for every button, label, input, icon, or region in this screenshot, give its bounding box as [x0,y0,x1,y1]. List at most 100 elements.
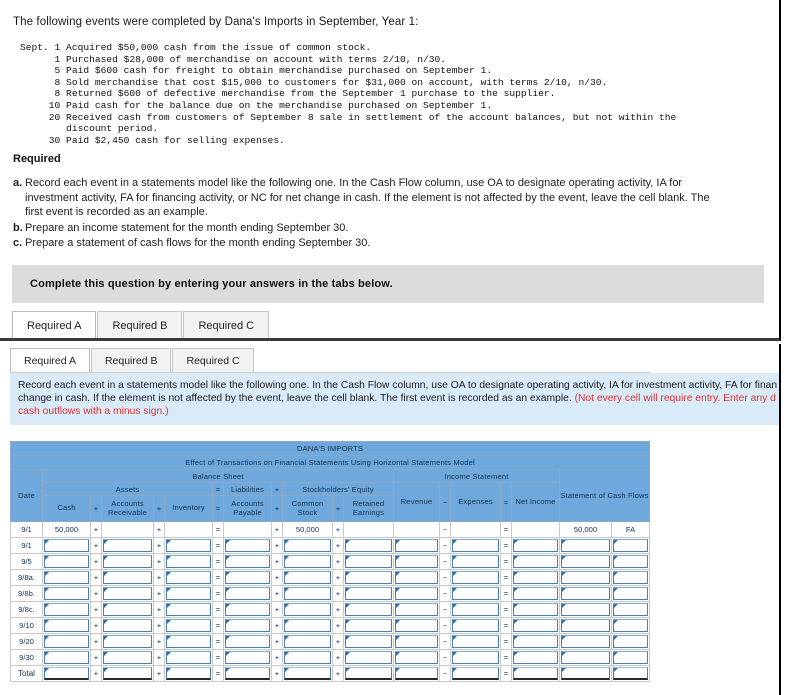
input-cell-net-income[interactable] [511,617,560,634]
cell-input[interactable] [166,571,211,584]
input-cell-revenue[interactable] [393,617,440,634]
cell-input[interactable] [613,587,648,600]
cell-input[interactable] [561,555,610,568]
cell-input[interactable] [345,539,392,552]
cell-input[interactable] [166,667,211,680]
input-cell-cash-flow-amount[interactable] [559,537,612,554]
input-cell-cash-flow-code[interactable] [611,633,650,650]
cell-input[interactable] [513,571,558,584]
cell-input[interactable] [284,651,331,664]
input-cell-accounts-payable[interactable] [223,633,272,650]
cell-input[interactable] [103,635,152,648]
cell-input[interactable] [561,651,610,664]
cell-input[interactable] [225,587,270,600]
input-cell-accounts-receivable[interactable] [101,601,154,618]
input-cell-net-income[interactable] [511,601,560,618]
cell-input[interactable] [103,571,152,584]
cell-input[interactable] [44,619,89,632]
cell-input[interactable] [103,667,152,680]
cell-input[interactable] [452,619,499,632]
cell-input[interactable] [225,555,270,568]
input-cell-cash-flow-code[interactable] [611,537,650,554]
input-cell-accounts-payable[interactable] [223,553,272,570]
tab-required-c[interactable]: Required C [172,348,254,373]
cell-input[interactable] [395,539,438,552]
cell-input[interactable] [613,651,648,664]
cell-input[interactable] [166,587,211,600]
input-cell-retained-earnings[interactable] [343,569,394,586]
cell-input[interactable] [225,667,270,680]
cell-input[interactable] [613,571,648,584]
input-cell-cash-flow-code[interactable] [611,649,650,666]
input-cell-retained-earnings[interactable] [343,649,394,666]
input-cell-cash-flow-code[interactable] [611,585,650,602]
cell-input[interactable] [345,635,392,648]
input-cell-expenses[interactable] [450,537,501,554]
cell-input[interactable] [44,587,89,600]
input-cell-cash-flow-code[interactable] [611,617,650,634]
cell-input[interactable] [395,603,438,616]
tabstrip-lower[interactable]: Required A Required B Required C [10,348,255,373]
input-cell-accounts-payable[interactable] [223,617,272,634]
input-cell-cash[interactable] [42,665,91,682]
cell-input[interactable] [284,539,331,552]
input-cell-common-stock[interactable] [282,633,333,650]
input-cell-net-income[interactable] [511,665,560,682]
input-cell-cash-flow-code[interactable] [611,553,650,570]
input-cell-inventory[interactable] [164,553,213,570]
input-cell-cash-flow-amount[interactable] [559,633,612,650]
cell-input[interactable] [225,651,270,664]
cell-input[interactable] [44,539,89,552]
cell-input[interactable] [345,619,392,632]
input-cell-cash-flow-amount[interactable] [559,601,612,618]
input-cell-accounts-receivable[interactable] [101,633,154,650]
cell-input[interactable] [103,603,152,616]
input-cell-revenue[interactable] [393,633,440,650]
cell-input[interactable] [513,555,558,568]
input-cell-accounts-payable[interactable] [223,665,272,682]
cell-input[interactable] [452,651,499,664]
cell-input[interactable] [561,667,610,680]
cell-input[interactable] [452,539,499,552]
cell-input[interactable] [284,667,331,680]
input-cell-cash[interactable] [42,649,91,666]
input-cell-accounts-payable[interactable] [223,569,272,586]
input-cell-net-income[interactable] [511,585,560,602]
input-cell-expenses[interactable] [450,601,501,618]
cell-input[interactable] [452,571,499,584]
input-cell-common-stock[interactable] [282,585,333,602]
cell-input[interactable] [513,635,558,648]
cell-input[interactable] [395,667,438,680]
cell-input[interactable] [345,571,392,584]
input-cell-retained-earnings[interactable] [343,585,394,602]
input-cell-common-stock[interactable] [282,649,333,666]
input-cell-retained-earnings[interactable] [343,537,394,554]
tab-required-c[interactable]: Required C [183,311,270,338]
cell-input[interactable] [103,555,152,568]
input-cell-cash[interactable] [42,617,91,634]
cell-input[interactable] [44,603,89,616]
input-cell-accounts-payable[interactable] [223,601,272,618]
input-cell-cash-flow-code[interactable] [611,569,650,586]
input-cell-net-income[interactable] [511,569,560,586]
cell-input[interactable] [561,539,610,552]
input-cell-accounts-receivable[interactable] [101,569,154,586]
input-cell-common-stock[interactable] [282,617,333,634]
cell-input[interactable] [225,539,270,552]
cell-input[interactable] [166,619,211,632]
cell-input[interactable] [44,571,89,584]
cell-input[interactable] [103,651,152,664]
cell-input[interactable] [44,667,89,680]
cell-input[interactable] [452,555,499,568]
cell-input[interactable] [103,587,152,600]
input-cell-common-stock[interactable] [282,537,333,554]
input-cell-cash-flow-amount[interactable] [559,585,612,602]
cell-input[interactable] [225,603,270,616]
input-cell-inventory[interactable] [164,633,213,650]
cell-input[interactable] [284,635,331,648]
input-cell-net-income[interactable] [511,553,560,570]
cell-input[interactable] [395,571,438,584]
input-cell-revenue[interactable] [393,569,440,586]
input-cell-accounts-receivable[interactable] [101,553,154,570]
tab-required-b[interactable]: Required B [90,348,172,373]
